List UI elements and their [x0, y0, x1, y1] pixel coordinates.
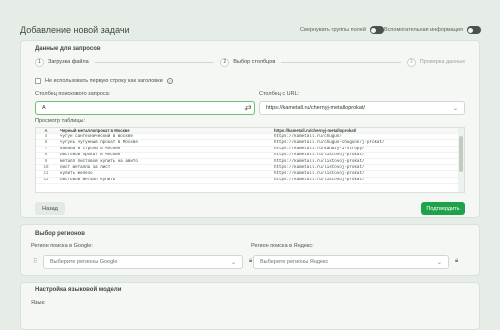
language-section: Настройка языковой модели Язык:	[20, 282, 480, 330]
step-label: Проверка данных	[419, 59, 466, 65]
step-number: 1	[35, 57, 44, 67]
table-scrollbar[interactable]	[458, 128, 464, 192]
cell-url: https://kametall.ru/listovoj-prokat/	[274, 178, 365, 183]
chevron-down-icon: ⌄	[452, 106, 458, 112]
step-number: 3	[406, 57, 416, 67]
drag-handle-icon[interactable]: ⠿	[33, 258, 37, 265]
row-index: 6	[44, 140, 48, 145]
cell-url: https://kametall.ru/kanaty-i-stropy/	[274, 147, 365, 152]
google-region-select[interactable]: Выберите регионы Google ⌄	[43, 255, 243, 269]
search-column-label: Столбец поискового запроса:	[35, 91, 111, 97]
scrollbar-thumb[interactable]	[459, 136, 463, 172]
step-1[interactable]: 1 Загрузка файла	[35, 57, 89, 67]
help-toggle-label: Вспомогательная информация	[384, 27, 463, 33]
google-region-label: Регион поиска в Google:	[31, 243, 93, 249]
cell-query: металл листовой купить на авито	[60, 159, 138, 164]
row-index: 8	[44, 153, 48, 158]
checkbox-label: Не использовать первую строку как заголо…	[45, 78, 163, 84]
row-index: 4	[44, 134, 48, 139]
help-toggle[interactable]	[466, 26, 481, 34]
collapse-toggle-group[interactable]: Свернувать группы полей	[300, 26, 384, 34]
cell-query: купить железо	[60, 171, 93, 176]
back-button[interactable]: Назад	[35, 202, 65, 215]
url-column-select[interactable]: https://kametall.ru/chernyj-metalloproka…	[259, 101, 465, 115]
step-3[interactable]: 3 Проверка данных	[406, 57, 466, 67]
table-row: 12 листовой металл купить https://kameta…	[36, 178, 464, 184]
yandex-region-label: Регион поиска в Яндекс:	[251, 243, 314, 249]
cell-query: каналы и стропы в Москве	[60, 147, 121, 152]
search-column-value: A	[42, 105, 46, 111]
step-divider	[94, 61, 215, 63]
cell-url: https://kametall.ru/chugun/	[274, 134, 342, 139]
regions-section: Выбор регионов Регион поиска в Google: ⠿…	[20, 224, 480, 276]
cell-query: лист металла за лист	[60, 165, 111, 170]
step-label: Выбор столбцов	[233, 59, 276, 65]
row-index: A	[44, 128, 48, 134]
url-column-value: https://kametall.ru/chernyj-metalloproka…	[266, 105, 366, 111]
collapse-toggle[interactable]	[369, 26, 384, 34]
collapse-toggle-label: Свернувать группы полей	[300, 27, 366, 33]
cell-query: чугунь чугунный прокат в Москве	[60, 140, 138, 145]
chevron-down-icon: ⌄	[230, 260, 236, 266]
row-index: 10	[43, 165, 49, 170]
cell-url: https://kametall.ru/listovoj-prokat/	[274, 153, 365, 158]
row-index: 12	[43, 178, 49, 183]
yandex-region-placeholder: Выберите регионы Яндекс	[260, 259, 329, 265]
confirm-button[interactable]: Подтвердить	[421, 202, 465, 215]
cell-url: https://kametall.ru/listovoj-prokat/	[274, 159, 365, 164]
cell-query: листовой металл купить	[60, 178, 116, 183]
page-title: Добавление новой задачи	[20, 25, 130, 35]
language-section-title: Настройка языковой модели	[35, 287, 122, 293]
google-region-placeholder: Выберите регионы Google	[50, 259, 118, 265]
first-row-header-checkbox[interactable]	[35, 78, 41, 84]
step-divider	[281, 61, 401, 63]
swap-icon[interactable]: ⇄	[245, 103, 252, 112]
chevron-down-icon: ⌄	[436, 260, 442, 266]
lock-icon[interactable]: 🔒︎	[249, 258, 252, 265]
cell-url: https://kametall.ru/chernyj-metalloproka…	[274, 128, 357, 134]
steps: 1 Загрузка файла 2 Выбор столбцов 3 Пров…	[35, 57, 465, 67]
help-icon[interactable]: ?	[166, 78, 173, 84]
first-row-header-checkbox-row[interactable]: Не использовать первую строку как заголо…	[35, 78, 173, 84]
preview-label: Просмотр таблицы:	[35, 118, 85, 124]
preview-table[interactable]: A Черный металлопрокат в Москве https://…	[35, 127, 465, 193]
step-number: 2	[220, 57, 230, 67]
url-column-label: Столбец с URL:	[259, 91, 300, 97]
row-index: 9	[44, 159, 48, 164]
search-column-select[interactable]: A ⌄	[35, 101, 255, 115]
regions-section-title: Выбор регионов	[35, 231, 85, 237]
data-section-title: Данные для запросов	[35, 46, 101, 52]
row-index: 11	[43, 171, 49, 176]
row-index: 7	[44, 147, 48, 152]
cell-query: Черный металлопрокат в Москве	[60, 128, 130, 134]
cell-query: листовой прокат в Москве	[60, 153, 121, 158]
cell-url: https://kametall.ru/chugun-chugunn/j-pro…	[274, 140, 385, 145]
step-label: Загрузка файла	[48, 59, 89, 65]
cell-query: чугун сантехнический в москве	[60, 134, 133, 139]
lock-icon[interactable]: 🔒︎	[455, 258, 458, 265]
data-section: Данные для запросов 1 Загрузка файла 2 В…	[20, 40, 480, 218]
cell-url: https://kametall.ru/listovoj-prokat/	[274, 171, 365, 176]
cell-url: https://kametall.ru/listovoj-prokat/	[274, 165, 365, 170]
language-field-label: Язык:	[31, 300, 46, 306]
yandex-region-select[interactable]: Выберите регионы Яндекс ⌄	[253, 255, 449, 269]
help-toggle-group[interactable]: Вспомогательная информация	[384, 26, 481, 34]
step-2[interactable]: 2 Выбор столбцов	[220, 57, 276, 67]
